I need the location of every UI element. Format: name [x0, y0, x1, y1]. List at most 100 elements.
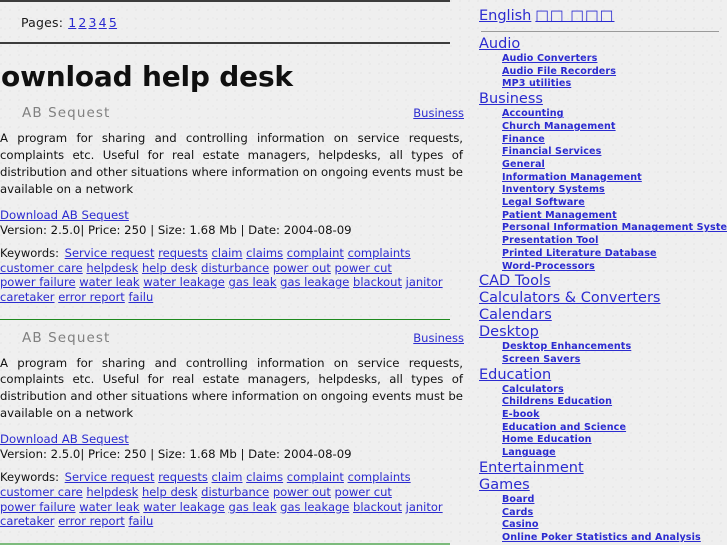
sidebar-category-audio[interactable]: Audio: [479, 36, 721, 53]
keyword-link[interactable]: customer care: [0, 261, 83, 275]
sidebar-subitem-mp3-utilities[interactable]: MP3 utilities: [502, 78, 721, 91]
sidebar-subitem-childrens-education[interactable]: Childrens Education: [502, 396, 721, 409]
keyword-link[interactable]: complaints: [348, 470, 411, 484]
download-link[interactable]: Download AB Sequest: [0, 208, 129, 222]
listing-category-link[interactable]: Business: [413, 106, 464, 120]
keyword-link[interactable]: gas leakage: [280, 275, 349, 289]
sidebar-subitem-screen-savers[interactable]: Screen Savers: [502, 354, 721, 367]
listing-title: AB Sequest: [22, 329, 111, 346]
keyword-link[interactable]: complaint: [287, 246, 344, 260]
keyword-link[interactable]: power cut: [335, 261, 392, 275]
page-link-2[interactable]: 2: [78, 15, 86, 30]
keyword-link[interactable]: disturbance: [201, 485, 269, 499]
keyword-link[interactable]: water leakage: [143, 275, 225, 289]
language-link-alt[interactable]: □□ □□□: [535, 8, 614, 24]
sidebar-subitem-e-book[interactable]: E-book: [502, 409, 721, 422]
sidebar-subitem-accounting[interactable]: Accounting: [502, 108, 721, 121]
keyword-link[interactable]: help desk: [142, 485, 198, 499]
keyword-link[interactable]: requests: [158, 470, 208, 484]
sidebar-subitem-audio-file-recorders[interactable]: Audio File Recorders: [502, 66, 721, 79]
sidebar-subitem-general[interactable]: General: [502, 159, 721, 172]
keyword-link[interactable]: failu: [128, 290, 153, 304]
keyword-link[interactable]: Service request: [65, 246, 155, 260]
sidebar-subitem-presentation-tool[interactable]: Presentation Tool: [502, 235, 721, 248]
keyword-link[interactable]: requests: [158, 246, 208, 260]
keyword-link[interactable]: claim: [212, 246, 243, 260]
listing-category-link[interactable]: Business: [413, 331, 464, 345]
keyword-link[interactable]: helpdesk: [86, 261, 138, 275]
keyword-link[interactable]: claim: [212, 470, 243, 484]
sidebar-subitem-inventory-systems[interactable]: Inventory Systems: [502, 184, 721, 197]
sidebar-subitem-patient-management[interactable]: Patient Management: [502, 210, 721, 223]
keyword-link[interactable]: claims: [246, 246, 283, 260]
keyword-link[interactable]: power failure: [0, 500, 76, 514]
sidebar-subitem-word-processors[interactable]: Word-Processors: [502, 261, 721, 274]
language-switcher: English □□ □□□: [479, 5, 721, 28]
sidebar-subitem-information-management[interactable]: Information Management: [502, 172, 721, 185]
sidebar-category-calculators-converters[interactable]: Calculators & Converters: [479, 290, 721, 307]
keyword-link[interactable]: janitor: [406, 500, 443, 514]
page-link-5[interactable]: 5: [109, 15, 117, 30]
keywords-label: Keywords:: [0, 470, 59, 485]
keyword-link[interactable]: caretaker: [0, 514, 55, 528]
keyword-link[interactable]: complaints: [348, 246, 411, 260]
keyword-link[interactable]: blackout: [353, 275, 402, 289]
keyword-link[interactable]: gas leak: [229, 500, 277, 514]
keyword-link[interactable]: Service request: [65, 470, 155, 484]
sidebar-category-cad-tools[interactable]: CAD Tools: [479, 273, 721, 290]
sidebar-subitem-audio-converters[interactable]: Audio Converters: [502, 53, 721, 66]
sidebar-subitem-personal-information-management-system[interactable]: Personal Information Management System: [502, 222, 727, 235]
keyword-link[interactable]: power failure: [0, 275, 76, 289]
keyword-link[interactable]: customer care: [0, 485, 83, 499]
keyword-link[interactable]: power out: [273, 485, 331, 499]
keyword-link[interactable]: disturbance: [201, 261, 269, 275]
sidebar-subitem-casino[interactable]: Casino: [502, 519, 721, 532]
sidebar-subitem-financial-services[interactable]: Financial Services: [502, 146, 721, 159]
page-link-3[interactable]: 3: [89, 15, 97, 30]
sidebar-category-games[interactable]: Games: [479, 477, 721, 494]
sidebar-category-business[interactable]: Business: [479, 91, 721, 108]
keyword-link[interactable]: gas leak: [229, 275, 277, 289]
sidebar-category-calendars[interactable]: Calendars: [479, 307, 721, 324]
keywords-list: Service request requests claim claims co…: [0, 246, 443, 304]
keyword-link[interactable]: water leakage: [143, 500, 225, 514]
keyword-link[interactable]: gas leakage: [280, 500, 349, 514]
keyword-link[interactable]: helpdesk: [86, 485, 138, 499]
sidebar-subitem-finance[interactable]: Finance: [502, 134, 721, 147]
listing-divider-green: [0, 318, 450, 320]
keyword-link[interactable]: failu: [128, 514, 153, 528]
keyword-link[interactable]: water leak: [79, 275, 139, 289]
sidebar-subitem-education-and-science[interactable]: Education and Science: [502, 422, 721, 435]
sidebar-category-desktop[interactable]: Desktop: [479, 324, 721, 341]
sidebar-subitem-online-poker-statistics-and-analysis[interactable]: Online Poker Statistics and Analysis: [502, 532, 721, 545]
sidebar-subitem-printed-literature-database[interactable]: Printed Literature Database: [502, 248, 721, 261]
page-title: Download help desk: [0, 60, 293, 93]
sidebar-subitem-legal-software[interactable]: Legal Software: [502, 197, 721, 210]
sidebar-subitem-cards[interactable]: Cards: [502, 507, 721, 520]
keyword-link[interactable]: janitor: [406, 275, 443, 289]
keyword-link[interactable]: caretaker: [0, 290, 55, 304]
keyword-link[interactable]: water leak: [79, 500, 139, 514]
sidebar-subitem-calculators[interactable]: Calculators: [502, 384, 721, 397]
keyword-link[interactable]: power out: [273, 261, 331, 275]
sidebar-subitem-board[interactable]: Board: [502, 494, 721, 507]
sidebar-subitem-language[interactable]: Language: [502, 447, 721, 460]
sidebar-subitem-church-management[interactable]: Church Management: [502, 121, 721, 134]
download-link[interactable]: Download AB Sequest: [0, 432, 129, 446]
listing-meta: Version: 2.5.0| Price: 250 | Size: 1.68 …: [0, 447, 352, 462]
keyword-link[interactable]: error report: [58, 290, 125, 304]
sidebar-subitem-home-education[interactable]: Home Education: [502, 434, 721, 447]
page-link-1[interactable]: 1: [68, 15, 76, 30]
sidebar-category-education[interactable]: Education: [479, 367, 721, 384]
keyword-link[interactable]: blackout: [353, 500, 402, 514]
sidebar-subitem-desktop-enhancements[interactable]: Desktop Enhancements: [502, 341, 721, 354]
keyword-link[interactable]: help desk: [142, 261, 198, 275]
keyword-link[interactable]: claims: [246, 470, 283, 484]
sidebar-category-entertainment[interactable]: Entertainment: [479, 460, 721, 477]
keyword-link[interactable]: error report: [58, 514, 125, 528]
language-link-english[interactable]: English: [479, 8, 531, 24]
keyword-link[interactable]: power cut: [335, 485, 392, 499]
page-link-4[interactable]: 4: [99, 15, 107, 30]
listing-download-row: Download AB Sequest: [0, 432, 472, 446]
keyword-link[interactable]: complaint: [287, 470, 344, 484]
